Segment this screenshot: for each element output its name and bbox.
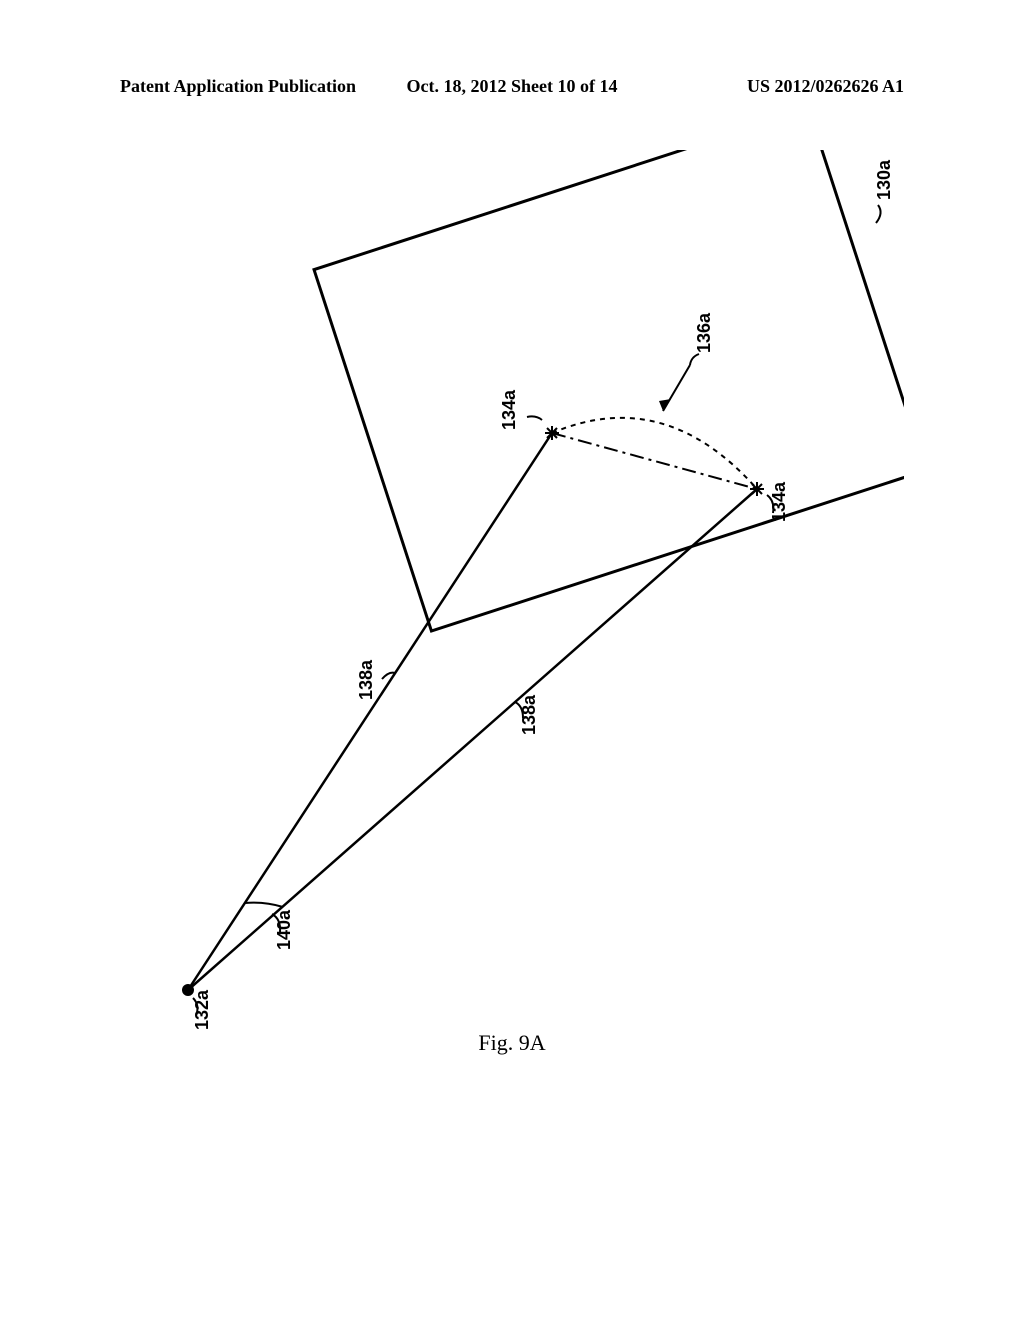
header-date-sheet: Oct. 18, 2012 Sheet 10 of 14 bbox=[381, 76, 642, 97]
page-header: Patent Application Publication Oct. 18, … bbox=[0, 76, 1024, 97]
angle-arc-140a bbox=[245, 903, 283, 907]
leader-134a-left bbox=[527, 416, 542, 420]
chord-line bbox=[552, 433, 757, 489]
arc-136a bbox=[552, 418, 757, 489]
label-138a-left: 138a bbox=[356, 659, 376, 700]
label-136a: 136a bbox=[694, 312, 714, 353]
header-publication-type: Patent Application Publication bbox=[120, 76, 381, 97]
figure-caption: Fig. 9A bbox=[0, 1030, 1024, 1056]
label-134a-left: 134a bbox=[499, 389, 519, 430]
figure-diagram: 130a 134a 134a 136a 138a 138a 140a 132a bbox=[120, 150, 904, 1050]
leader-130a bbox=[876, 205, 881, 223]
label-130a: 130a bbox=[874, 159, 894, 200]
header-publication-number: US 2012/0262626 A1 bbox=[643, 76, 904, 97]
leader-136a-hook bbox=[690, 354, 699, 365]
label-134a-right: 134a bbox=[769, 481, 789, 522]
line-138a-left bbox=[188, 433, 552, 990]
box-130a bbox=[314, 150, 904, 631]
figure-container: 130a 134a 134a 136a 138a 138a 140a 132a bbox=[120, 150, 904, 1050]
label-132a: 132a bbox=[192, 989, 212, 1030]
label-140a: 140a bbox=[274, 909, 294, 950]
label-138a-right: 138a bbox=[519, 694, 539, 735]
